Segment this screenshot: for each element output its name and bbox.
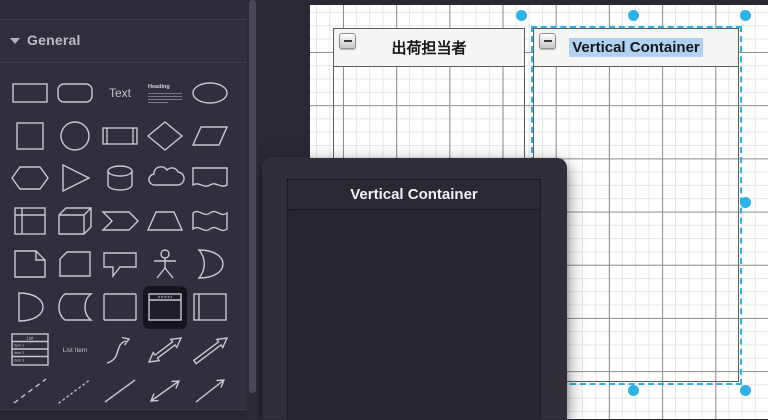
shape-rounded-rectangle[interactable] [54,74,96,112]
scrollbar-thumb[interactable] [249,0,256,393]
shape-line[interactable] [99,372,141,410]
shape-parallelogram[interactable] [189,117,231,155]
shape-container[interactable] [99,288,141,326]
selection-handle[interactable] [628,385,639,396]
shape-ellipse[interactable] [189,74,231,112]
shape-tape[interactable] [189,202,231,240]
sidebar-bottom-divider [0,409,247,420]
shape-circle[interactable] [54,117,96,155]
shape-bidirectional-thin-arrow[interactable] [144,372,186,410]
vertical-container-preview: Vertical Container [287,179,541,419]
container-shipping-manager-header[interactable]: 出荷担当者 [334,29,524,67]
selection-handle[interactable] [740,10,751,21]
shape-square[interactable] [9,117,51,155]
shape-text[interactable]: Text [99,74,141,112]
canvas-area[interactable]: 出荷担当者 Vertical Container Vertical Contai… [258,0,768,419]
shape-rectangle[interactable] [9,74,51,112]
selection-handle[interactable] [740,385,751,396]
shape-arrow[interactable] [189,331,231,369]
shape-horizontal-container[interactable] [189,288,231,326]
shape-card[interactable] [54,245,96,283]
selection-handle[interactable] [740,197,751,208]
shape-list-item[interactable]: List Item [54,331,96,369]
collapse-button[interactable] [339,33,356,49]
sidebar-scrollbar[interactable] [247,0,258,419]
shape-note[interactable] [9,245,51,283]
container-vertical-header[interactable]: Vertical Container [534,29,738,67]
section-divider [0,62,247,63]
section-general-header[interactable]: General [0,30,247,54]
sidebar-top-section [0,0,247,20]
preview-body [288,210,540,419]
svg-text:List: List [26,336,34,341]
shape-heading[interactable]: Heading [144,74,186,112]
shape-data-storage[interactable] [54,288,96,326]
shape-process[interactable] [99,117,141,155]
shape-hexagon[interactable] [9,159,51,197]
shape-and[interactable] [9,288,51,326]
shape-vertical-container[interactable] [144,288,186,326]
shape-dashed-line[interactable] [9,372,51,410]
minus-icon [543,40,552,42]
shape-directional-thin-arrow[interactable] [189,372,231,410]
selection-handle[interactable] [628,10,639,21]
shape-cylinder[interactable] [99,159,141,197]
shape-bidirectional-arrow[interactable] [144,331,186,369]
shape-triangle[interactable] [54,159,96,197]
shape-or[interactable] [189,245,231,283]
svg-text:Item 2: Item 2 [14,351,24,355]
shape-preview-popup: Vertical Container [263,158,567,419]
shape-cloud[interactable] [144,159,186,197]
svg-text:Item 1: Item 1 [14,344,24,348]
minus-icon [343,40,352,42]
shape-list[interactable]: List Item 1 Item 2 Item 3 [9,331,51,369]
svg-text:Item 3: Item 3 [14,359,24,363]
shape-callout[interactable] [99,245,141,283]
shape-step[interactable] [99,202,141,240]
shape-dotted-line[interactable] [54,372,96,410]
shape-curve[interactable] [99,331,141,369]
shape-cube[interactable] [54,202,96,240]
preview-title: Vertical Container [288,180,540,210]
shape-trapezoid[interactable] [144,202,186,240]
shape-diamond[interactable] [144,117,186,155]
collapse-button[interactable] [539,33,556,49]
shape-palette-sidebar: General Text Heading List Item 1 Item 2 Item … [0,0,247,420]
shape-document[interactable] [189,159,231,197]
section-general-label: General [27,32,81,48]
selection-handle[interactable] [516,10,527,21]
shape-actor[interactable] [144,245,186,283]
container-vertical-title: Vertical Container [569,38,703,57]
section-collapse-triangle-icon [10,38,20,44]
shape-internal-storage[interactable] [9,202,51,240]
container-shipping-manager-title: 出荷担当者 [391,40,467,57]
